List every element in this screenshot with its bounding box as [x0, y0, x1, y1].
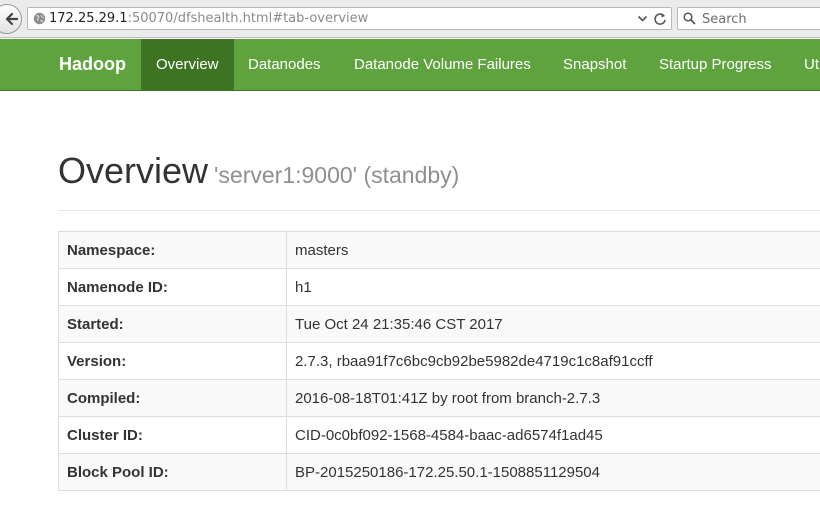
navbar: Hadoop Overview Datanodes Datanode Volum…	[0, 39, 820, 91]
table-row: Cluster ID: CID-0c0bf092-1568-4584-baac-…	[58, 416, 820, 454]
table-row: Version: 2.7.3, rbaa91f7c6bc9cb92be5982d…	[58, 342, 820, 380]
table-value: h1	[286, 268, 820, 306]
table-row: Namenode ID: h1	[58, 268, 820, 306]
search-input[interactable]	[702, 10, 820, 28]
url-path: :50070/dfshealth.html#tab-overview	[127, 11, 369, 26]
overview-table: Namespace: masters Namenode ID: h1 Start…	[58, 231, 820, 491]
page-title-text: Overview	[58, 150, 209, 191]
table-key: Compiled:	[58, 379, 287, 417]
table-value: CID-0c0bf092-1568-4584-baac-ad6574f1ad45	[286, 416, 820, 454]
nav-tab-overview[interactable]: Overview	[141, 39, 234, 90]
table-key: Version:	[58, 342, 287, 380]
table-row: Namespace: masters	[58, 231, 820, 269]
url-text: 172.25.29.1:50070/dfshealth.html#tab-ove…	[49, 11, 368, 26]
table-row: Block Pool ID: BP-2015250186-172.25.50.1…	[58, 453, 820, 491]
nav-tab-datanode-volume-failures[interactable]: Datanode Volume Failures	[339, 39, 546, 90]
url-host: 172.25.29.1	[49, 11, 128, 26]
page-subtitle: 'server1:9000' (standby)	[214, 162, 460, 188]
table-key: Started:	[58, 305, 287, 343]
table-value: Tue Oct 24 21:35:46 CST 2017	[286, 305, 820, 343]
browser-toolbar: 172.25.29.1:50070/dfshealth.html#tab-ove…	[0, 0, 820, 38]
table-key: Namespace:	[58, 231, 287, 269]
address-bar[interactable]: 172.25.29.1:50070/dfshealth.html#tab-ove…	[27, 7, 672, 30]
back-button[interactable]	[0, 4, 22, 34]
table-value: masters	[286, 231, 820, 269]
table-key: Namenode ID:	[58, 268, 287, 306]
nav-tab-startup-progress[interactable]: Startup Progress	[644, 39, 787, 90]
nav-tab-snapshot[interactable]: Snapshot	[548, 39, 641, 90]
nav-tab-datanodes[interactable]: Datanodes	[233, 39, 336, 90]
page-title: Overview'server1:9000' (standby)	[58, 150, 459, 192]
table-value: BP-2015250186-172.25.50.1-1508851129504	[286, 453, 820, 491]
nav-tab-utilities[interactable]: Ut	[789, 39, 820, 90]
table-key: Block Pool ID:	[58, 453, 287, 491]
table-row: Started: Tue Oct 24 21:35:46 CST 2017	[58, 305, 820, 343]
chevron-down-icon[interactable]	[637, 13, 648, 24]
table-row: Compiled: 2016-08-18T01:41Z by root from…	[58, 379, 820, 417]
table-value: 2016-08-18T01:41Z by root from branch-2.…	[286, 379, 820, 417]
search-icon	[683, 12, 696, 25]
reload-icon[interactable]	[653, 12, 667, 26]
header-divider	[58, 210, 820, 211]
back-arrow-icon	[5, 12, 18, 26]
browser-search-box[interactable]	[677, 7, 820, 30]
brand-logo[interactable]: Hadoop	[59, 54, 126, 75]
globe-icon	[33, 12, 46, 25]
table-key: Cluster ID:	[58, 416, 287, 454]
table-value: 2.7.3, rbaa91f7c6bc9cb92be5982de4719c1c8…	[286, 342, 820, 380]
